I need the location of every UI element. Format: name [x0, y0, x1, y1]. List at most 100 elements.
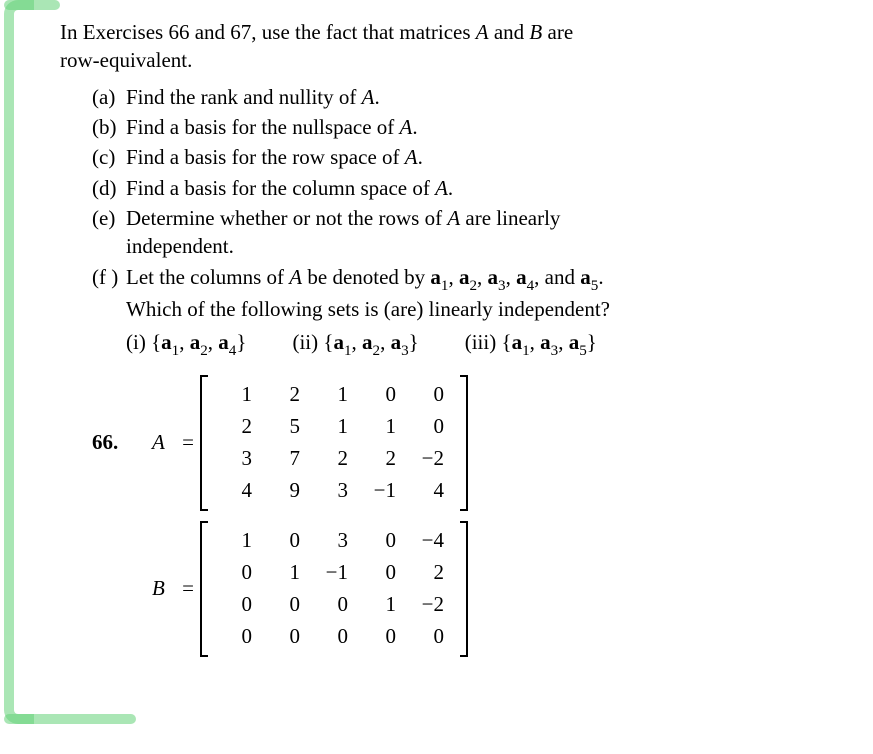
matrix-cell: 0: [214, 594, 262, 615]
set-ii-label: (ii): [292, 330, 318, 354]
set-i-s2: 2: [200, 343, 208, 359]
matrix-cell: 4: [214, 480, 262, 501]
page-content: In Exercises 66 and 67, use the fact tha…: [0, 0, 873, 687]
part-f-a4: a: [516, 265, 527, 289]
matrix-cell: 0: [358, 530, 406, 551]
problem-number: 66.: [92, 430, 152, 455]
part-b-text: Find a basis for the nullspace of A.: [126, 113, 833, 141]
part-c-pre: Find a basis for the row space of: [126, 145, 405, 169]
part-f-a1: a: [430, 265, 441, 289]
equals-B: =: [176, 576, 200, 601]
matrix-cell: 2: [262, 384, 310, 405]
set-iii-c1: ,: [530, 330, 541, 354]
set-iii-a3: a: [569, 330, 580, 354]
part-f-s5: 5: [591, 278, 599, 294]
matrix-cell: 2: [406, 562, 454, 583]
part-f-s4: 4: [527, 278, 535, 294]
matrix-cell: 3: [214, 448, 262, 469]
part-b: (b) Find a basis for the nullspace of A.: [92, 113, 833, 141]
matrix-cell: 0: [262, 530, 310, 551]
set-i-label: (i): [126, 330, 146, 354]
part-d-text: Find a basis for the column space of A.: [126, 174, 833, 202]
intro-and: and: [489, 20, 530, 44]
part-d-ital: A: [435, 176, 448, 200]
part-f-ital: A: [289, 265, 302, 289]
set-i-a2: a: [190, 330, 201, 354]
part-e-line2: independent.: [126, 234, 234, 258]
set-iii-a2: a: [540, 330, 551, 354]
matrix-cell: 1: [358, 594, 406, 615]
part-e: (e) Determine whether or not the rows of…: [92, 204, 833, 261]
set-ii-close: }: [409, 330, 419, 354]
part-d-pre: Find a basis for the column space of: [126, 176, 435, 200]
part-c-ital: A: [405, 145, 418, 169]
part-f-label: (f ): [92, 263, 126, 324]
part-d-post: .: [448, 176, 453, 200]
matrix-cell: 0: [358, 384, 406, 405]
set-i-open: {: [146, 330, 161, 354]
part-f-s1: 1: [441, 278, 449, 294]
part-e-pre: Determine whether or not the rows of: [126, 206, 447, 230]
part-f: (f ) Let the columns of A be denoted by …: [92, 263, 833, 324]
bracket-left-icon: [200, 375, 210, 511]
part-b-label: (b): [92, 113, 126, 141]
set-iii-label: (iii): [465, 330, 497, 354]
set-i: (i) {a1, a2, a4}: [126, 330, 246, 359]
part-f-c2: ,: [477, 265, 488, 289]
intro-line2: row-equivalent.: [60, 48, 192, 72]
part-f-s3: 3: [498, 278, 506, 294]
matrix-A-grid: 12100251103722−2493−14: [210, 375, 458, 511]
set-i-a1: a: [161, 330, 172, 354]
part-f-s2: 2: [469, 278, 477, 294]
equals-A: =: [176, 430, 200, 455]
set-ii-a1: a: [333, 330, 344, 354]
matrix-cell: 2: [214, 416, 262, 437]
matrix-cell: −4: [406, 530, 454, 551]
set-ii-s2: 2: [373, 343, 381, 359]
set-iii-c2: ,: [558, 330, 569, 354]
matrix-B: 1030−401−1020001−200000: [200, 521, 468, 657]
set-ii-open: {: [318, 330, 333, 354]
matrix-cell: 1: [310, 384, 358, 405]
part-e-label: (e): [92, 204, 126, 261]
matrix-cell: 9: [262, 480, 310, 501]
set-ii-a3: a: [391, 330, 402, 354]
set-iii-open: {: [496, 330, 511, 354]
part-b-pre: Find a basis for the nullspace of: [126, 115, 400, 139]
set-i-close: }: [236, 330, 246, 354]
part-a: (a) Find the rank and nullity of A.: [92, 83, 833, 111]
part-c-label: (c): [92, 143, 126, 171]
matrix-A-row: 66. A = 12100251103722−2493−14: [92, 375, 833, 511]
part-e-ital: A: [447, 206, 460, 230]
matrix-cell: 0: [406, 384, 454, 405]
set-iii-a1: a: [512, 330, 523, 354]
part-a-pre: Find the rank and nullity of: [126, 85, 362, 109]
set-ii: (ii) {a1, a2, a3}: [292, 330, 418, 359]
set-i-a3: a: [218, 330, 229, 354]
matrix-cell: −2: [406, 448, 454, 469]
part-b-post: .: [412, 115, 417, 139]
part-f-line2: Which of the following sets is (are) lin…: [126, 297, 610, 321]
intro-B: B: [529, 20, 542, 44]
set-iii-s2: 3: [551, 343, 559, 359]
matrix-cell: 0: [214, 626, 262, 647]
matrix-cell: 0: [262, 626, 310, 647]
matrix-cell: 1: [262, 562, 310, 583]
matrix-cell: 0: [406, 626, 454, 647]
matrix-cell: 1: [358, 416, 406, 437]
set-ii-c1: ,: [352, 330, 363, 354]
matrix-cell: 1: [214, 384, 262, 405]
part-f-pre: Let the columns of: [126, 265, 289, 289]
set-i-c1: ,: [179, 330, 190, 354]
matrix-cell: −2: [406, 594, 454, 615]
part-f-c1: ,: [448, 265, 459, 289]
matrix-cell: 1: [214, 530, 262, 551]
matrix-cell: 7: [262, 448, 310, 469]
part-f-a2: a: [459, 265, 470, 289]
bracket-left-icon: [200, 521, 210, 657]
highlight-bottom: [4, 714, 136, 724]
matrix-B-label: B: [152, 576, 176, 601]
matrix-cell: 0: [358, 626, 406, 647]
set-i-s1: 1: [172, 343, 180, 359]
part-a-post: .: [374, 85, 379, 109]
